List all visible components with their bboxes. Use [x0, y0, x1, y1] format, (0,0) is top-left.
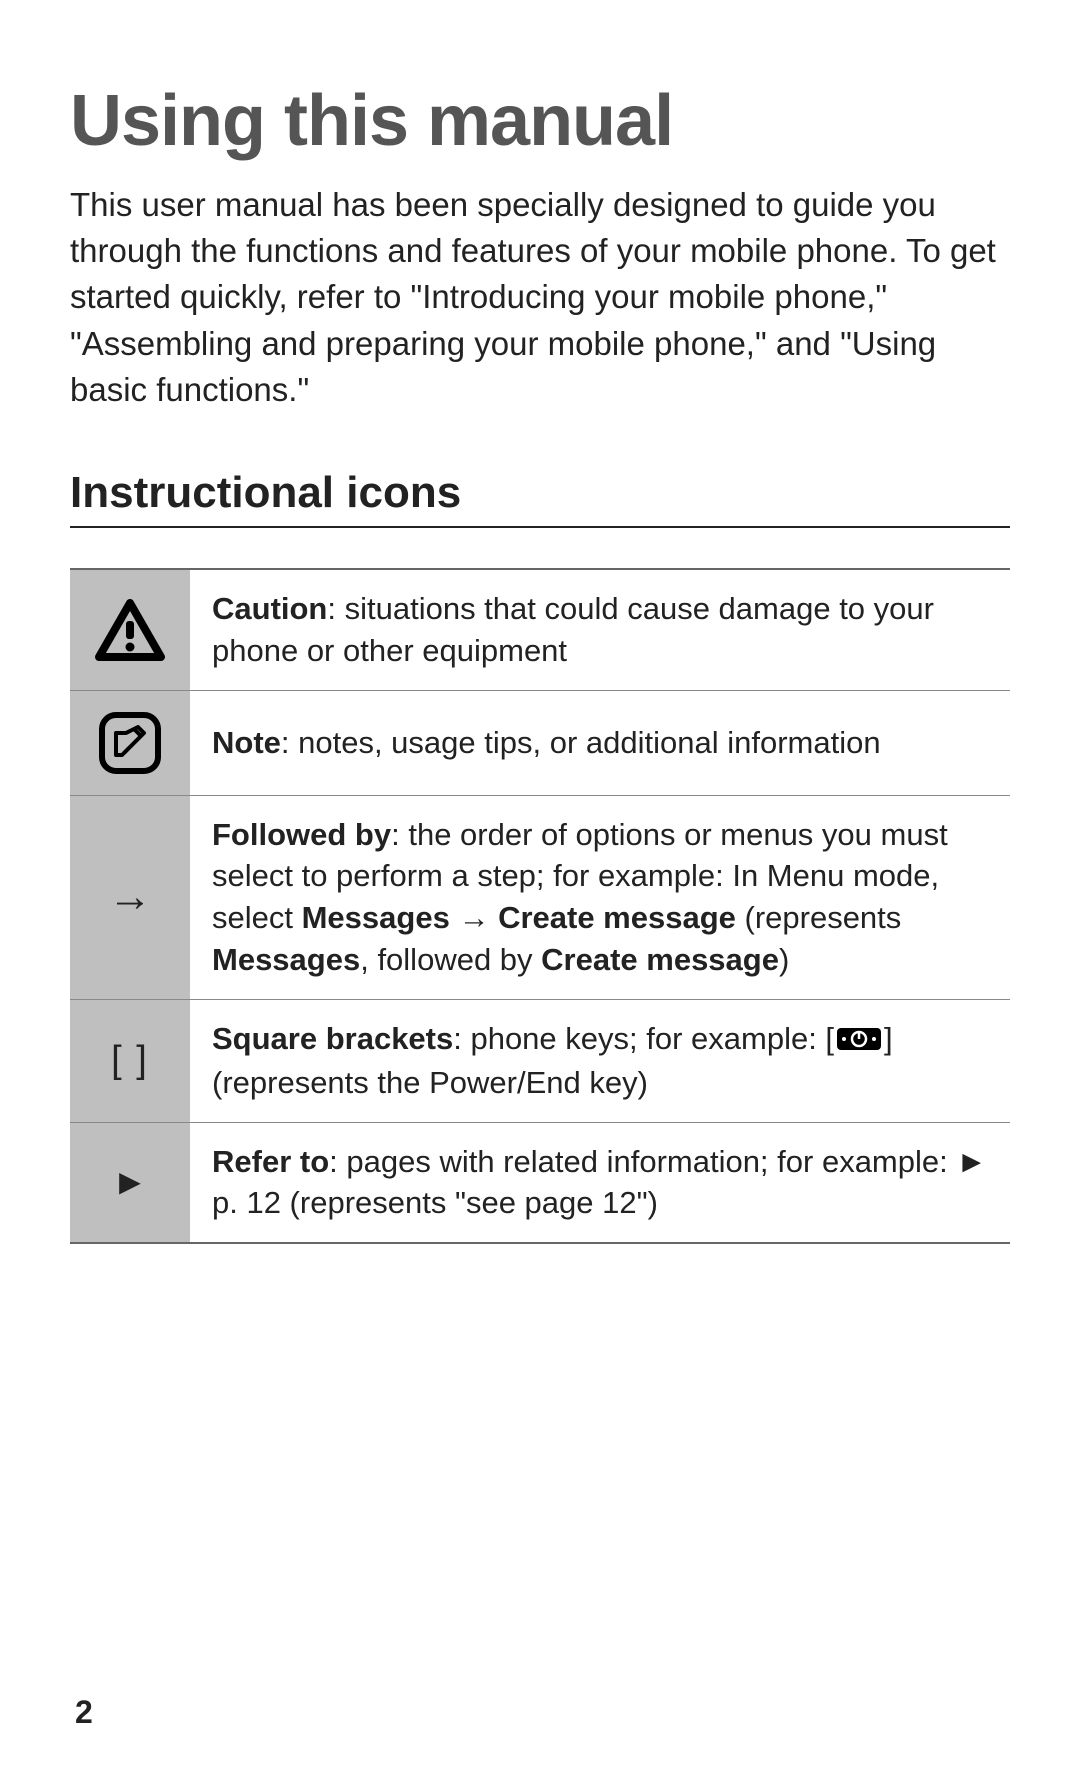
caution-description: Caution: situations that could cause dam…	[190, 569, 1010, 690]
page-number: 2	[75, 1694, 93, 1731]
refer-to-description: Refer to: pages with related information…	[190, 1122, 1010, 1243]
table-row: Caution: situations that could cause dam…	[70, 569, 1010, 690]
followed-by-description: Followed by: the order of options or men…	[190, 795, 1010, 999]
note-icon	[70, 690, 190, 795]
note-description: Note: notes, usage tips, or additional i…	[190, 690, 1010, 795]
table-row: ► Refer to: pages with related informati…	[70, 1122, 1010, 1243]
instructional-icons-table: Caution: situations that could cause dam…	[70, 568, 1010, 1244]
table-row: → Followed by: the order of options or m…	[70, 795, 1010, 999]
arrow-right-icon: →	[70, 795, 190, 999]
table-row: Note: notes, usage tips, or additional i…	[70, 690, 1010, 795]
square-brackets-description: Square brackets: phone keys; for example…	[190, 1000, 1010, 1123]
page-title: Using this manual	[70, 80, 1010, 162]
table-row: [ ] Square brackets: phone keys; for exa…	[70, 1000, 1010, 1123]
caution-icon	[70, 569, 190, 690]
intro-paragraph: This user manual has been specially desi…	[70, 182, 1010, 413]
power-end-key-icon	[836, 1020, 882, 1062]
brackets-icon: [ ]	[70, 1000, 190, 1123]
refer-to-icon: ►	[70, 1122, 190, 1243]
section-heading: Instructional icons	[70, 468, 1010, 528]
